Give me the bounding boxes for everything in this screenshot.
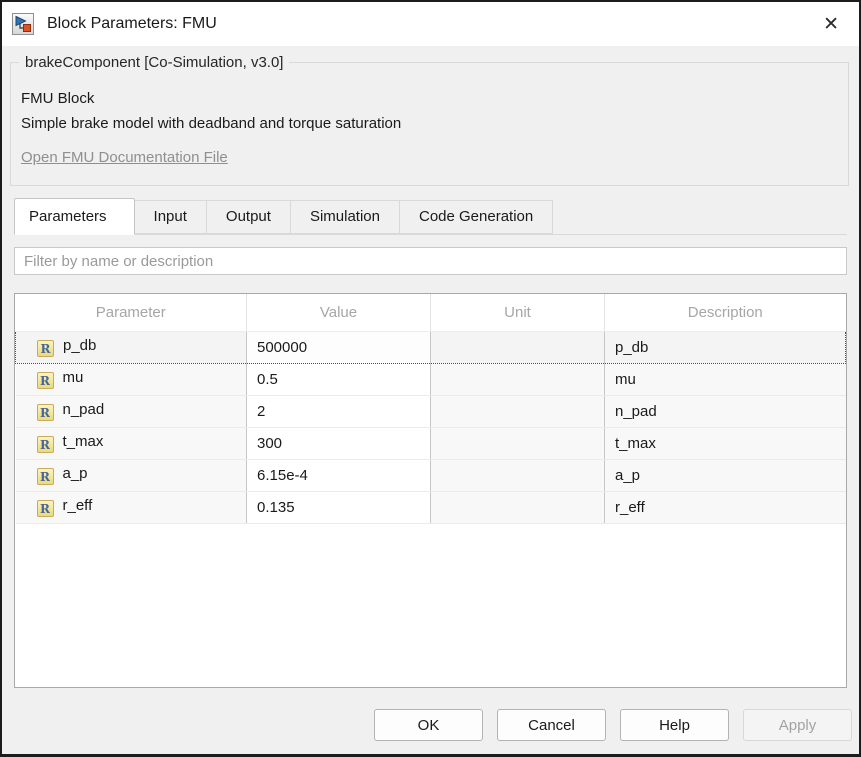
parameter-name: r_eff: [63, 497, 93, 514]
tab-bar: Parameters Input Output Simulation Code …: [14, 198, 847, 235]
open-documentation-link[interactable]: Open FMU Documentation File: [21, 149, 228, 166]
table-row[interactable]: Rn_pad2n_pad: [16, 395, 846, 427]
apply-button[interactable]: Apply: [743, 709, 852, 741]
description-cell[interactable]: p_db: [605, 331, 846, 363]
help-button[interactable]: Help: [620, 709, 729, 741]
tab-simulation[interactable]: Simulation: [291, 200, 400, 234]
title-bar: Block Parameters: FMU ✕: [2, 2, 859, 46]
parameter-cell[interactable]: Ra_p: [16, 459, 247, 491]
value-cell[interactable]: 6.15e-4: [247, 459, 431, 491]
value-cell[interactable]: 500000: [247, 331, 431, 363]
parameter-name: mu: [63, 369, 84, 386]
tab-output[interactable]: Output: [207, 200, 291, 234]
parameter-name: p_db: [63, 337, 96, 354]
tab-parameters[interactable]: Parameters: [14, 198, 135, 235]
description-cell[interactable]: mu: [605, 363, 846, 395]
block-parameters-dialog: Block Parameters: FMU ✕ brakeComponent […: [0, 0, 861, 757]
parameter-cell[interactable]: Rp_db: [16, 331, 247, 363]
parameter-name: t_max: [63, 433, 104, 450]
real-type-icon: R: [37, 404, 54, 421]
description-cell[interactable]: n_pad: [605, 395, 846, 427]
value-cell[interactable]: 2: [247, 395, 431, 427]
close-button[interactable]: ✕: [819, 13, 843, 36]
table-header-row: Parameter Value Unit Description: [16, 294, 846, 331]
groupbox-legend: brakeComponent [Co-Simulation, v3.0]: [19, 53, 289, 72]
unit-cell[interactable]: [431, 427, 605, 459]
description-cell[interactable]: a_p: [605, 459, 846, 491]
unit-cell[interactable]: [431, 395, 605, 427]
unit-cell[interactable]: [431, 331, 605, 363]
table-row[interactable]: Rt_max300t_max: [16, 427, 846, 459]
parameter-table-body: Rp_db500000p_dbRmu0.5muRn_pad2n_padRt_ma…: [16, 331, 846, 523]
window-title: Block Parameters: FMU: [47, 15, 217, 33]
parameter-name: a_p: [63, 465, 88, 482]
table-row[interactable]: Rp_db500000p_db: [16, 331, 846, 363]
parameter-table-panel: Parameter Value Unit Description Rp_db50…: [14, 293, 847, 688]
table-row[interactable]: Rmu0.5mu: [16, 363, 846, 395]
real-type-icon: R: [37, 340, 54, 357]
fmu-block-label: FMU Block: [21, 89, 836, 109]
description-cell[interactable]: t_max: [605, 427, 846, 459]
filter-input[interactable]: [14, 247, 847, 275]
parameter-name: n_pad: [63, 401, 105, 418]
table-row[interactable]: Ra_p6.15e-4a_p: [16, 459, 846, 491]
unit-cell[interactable]: [431, 459, 605, 491]
parameter-cell[interactable]: Rmu: [16, 363, 247, 395]
real-type-icon: R: [37, 372, 54, 389]
table-row[interactable]: Rr_eff0.135r_eff: [16, 491, 846, 523]
description-cell[interactable]: r_eff: [605, 491, 846, 523]
fmu-block-icon: [12, 13, 34, 35]
column-header-value[interactable]: Value: [247, 294, 431, 331]
real-type-icon: R: [37, 468, 54, 485]
filter-container: [14, 247, 847, 275]
fmu-info-groupbox: brakeComponent [Co-Simulation, v3.0] FMU…: [10, 62, 849, 186]
parameter-table: Parameter Value Unit Description Rp_db50…: [15, 294, 846, 524]
value-cell[interactable]: 0.5: [247, 363, 431, 395]
close-icon: ✕: [823, 13, 839, 35]
tab-code-generation[interactable]: Code Generation: [400, 200, 553, 234]
unit-cell[interactable]: [431, 491, 605, 523]
real-type-icon: R: [37, 500, 54, 517]
parameter-cell[interactable]: Rn_pad: [16, 395, 247, 427]
unit-cell[interactable]: [431, 363, 605, 395]
column-header-parameter[interactable]: Parameter: [16, 294, 247, 331]
tab-input[interactable]: Input: [135, 200, 207, 234]
value-cell[interactable]: 300: [247, 427, 431, 459]
value-cell[interactable]: 0.135: [247, 491, 431, 523]
column-header-description[interactable]: Description: [605, 294, 846, 331]
column-header-unit[interactable]: Unit: [431, 294, 605, 331]
fmu-description: Simple brake model with deadband and tor…: [21, 114, 836, 134]
ok-button[interactable]: OK: [374, 709, 483, 741]
cancel-button[interactable]: Cancel: [497, 709, 606, 741]
parameter-cell[interactable]: Rt_max: [16, 427, 247, 459]
dialog-button-bar: OK Cancel Help Apply: [2, 688, 859, 754]
real-type-icon: R: [37, 436, 54, 453]
parameter-cell[interactable]: Rr_eff: [16, 491, 247, 523]
